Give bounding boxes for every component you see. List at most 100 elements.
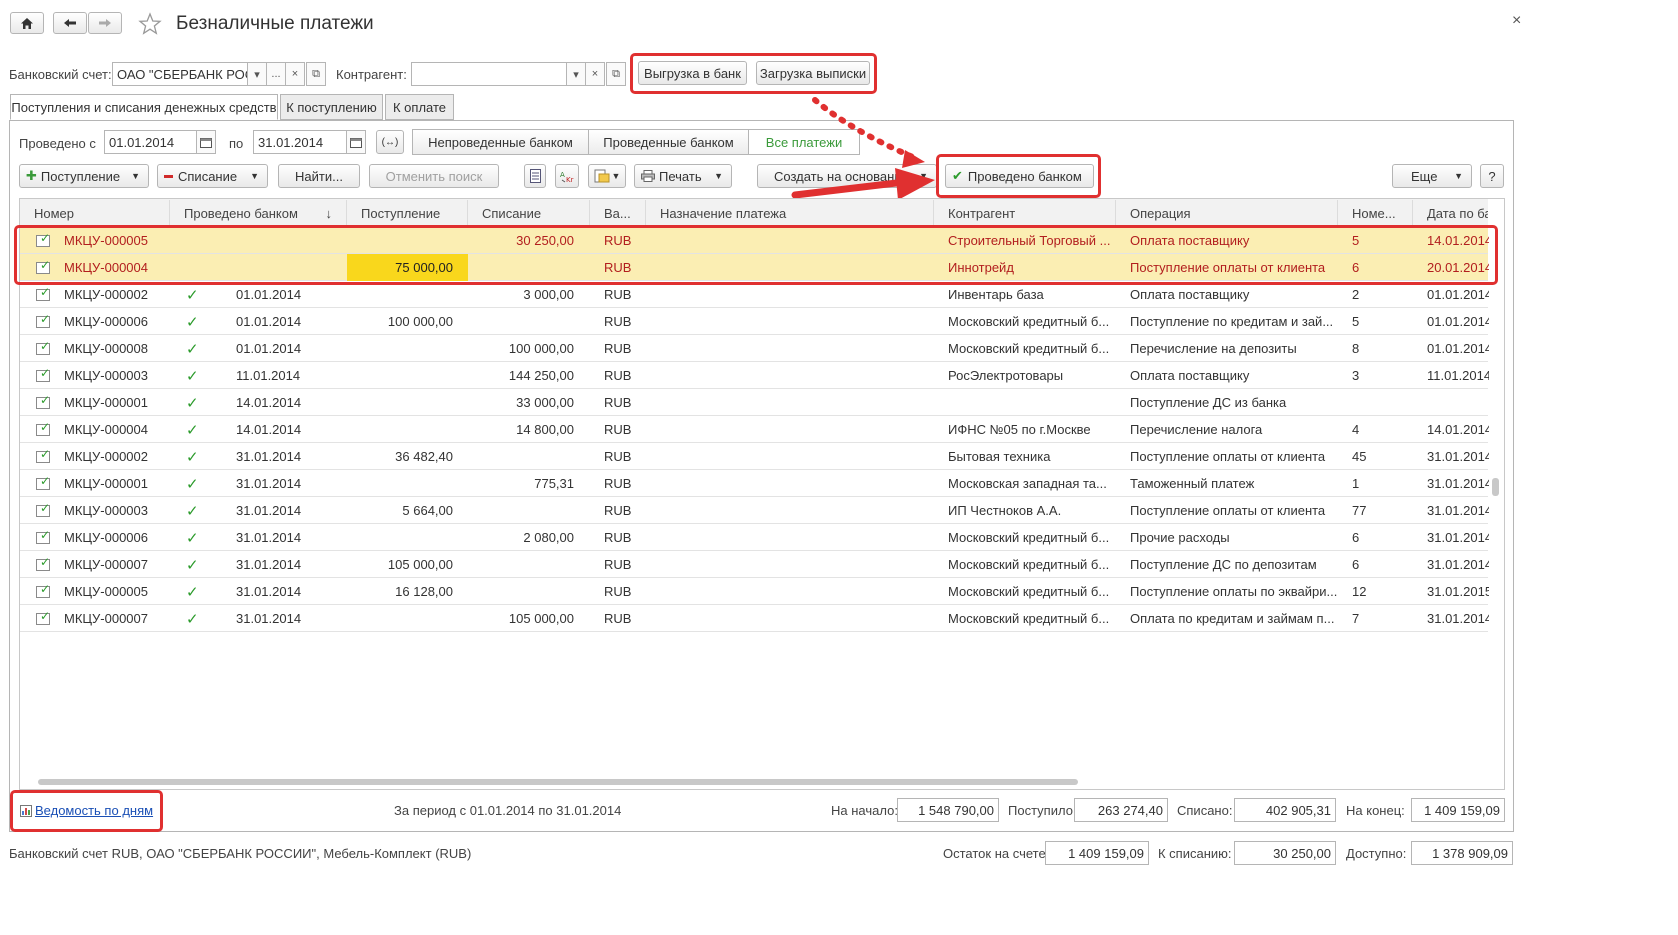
cell-currency: RUB: [604, 611, 632, 626]
col-writeoff[interactable]: Списание: [468, 200, 590, 226]
cell-bank-date: [1427, 389, 1489, 416]
filter-all[interactable]: Все платежи: [748, 129, 860, 155]
col-number[interactable]: Номер: [20, 200, 170, 226]
period-select-button[interactable]: (↔): [376, 130, 404, 154]
counterparty-field[interactable]: [411, 62, 567, 86]
col-purpose[interactable]: Назначение платежа: [646, 200, 934, 226]
cell-incoming-no: 5: [1352, 233, 1360, 248]
bank-account-field[interactable]: ОАО "СБЕРБАНК РОС: [112, 62, 248, 86]
col-posted-by-bank[interactable]: Проведено банком ↓: [170, 200, 347, 226]
document-posted-icon: [36, 582, 50, 598]
bank-account-dropdown-button[interactable]: ▾: [247, 62, 267, 86]
receipt-button[interactable]: ✚ Поступление ▼: [19, 164, 149, 188]
back-button[interactable]: [53, 12, 87, 34]
favorite-button[interactable]: [138, 12, 162, 36]
horizontal-scrollbar[interactable]: [38, 779, 1078, 785]
document-posted-icon: [36, 366, 50, 382]
cell-receipt: 75 000,00: [395, 260, 453, 275]
table-row[interactable]: ✓ МКЦУ-000003 11.01.2014 144 250,00 RUB РосЭл…: [20, 362, 1489, 389]
cell-incoming-no: 6: [1352, 260, 1360, 275]
cancel-search-button[interactable]: Отменить поиск: [369, 164, 499, 188]
table-row[interactable]: ✓ МКЦУ-000008 01.01.2014 100 000,00 RUB Моско…: [20, 335, 1489, 362]
home-button[interactable]: [10, 12, 44, 34]
period-from-calendar-button[interactable]: [196, 130, 216, 154]
currency-rate-button[interactable]: A Kr: [555, 164, 579, 188]
table-row[interactable]: ✓ МКЦУ-000007 31.01.2014 105 000,00 RUB Моско…: [20, 551, 1489, 578]
bank-account-select-button[interactable]: ...: [266, 62, 286, 86]
tab-to-pay[interactable]: К оплате: [385, 94, 454, 120]
calendar-icon: [350, 137, 362, 148]
cell-incoming-no: 8: [1352, 341, 1360, 356]
close-icon[interactable]: ×: [1512, 12, 1521, 30]
help-button[interactable]: ?: [1480, 164, 1504, 188]
col-bank-date[interactable]: Дата по ба: [1413, 200, 1488, 226]
period-summary: За период с 01.01.2014 по 31.01.2014: [394, 803, 622, 818]
end-balance-value: 1 409 159,09: [1411, 798, 1505, 822]
table-row[interactable]: ✓ МКЦУ-000007 31.01.2014 105 000,00 RUB Моско…: [20, 605, 1489, 632]
list-settings-button[interactable]: [524, 164, 546, 188]
plus-icon: ✚: [26, 168, 37, 183]
cell-writeoff: 144 250,00: [508, 368, 574, 383]
cell-bank-date: 31.01.2014: [1427, 557, 1489, 572]
cell-writeoff: 14 800,00: [516, 422, 574, 437]
col-receipt[interactable]: Поступление: [347, 200, 468, 226]
col-operation[interactable]: Операция: [1116, 200, 1338, 226]
tab-payments[interactable]: Поступления и списания денежных средств: [10, 94, 278, 120]
counterparty-open-button[interactable]: ⧉: [606, 62, 626, 86]
col-currency[interactable]: Ва...: [590, 200, 646, 226]
cell-writeoff: [468, 308, 574, 335]
cell-counterparty: Московский кредитный б...: [948, 530, 1110, 545]
more-button[interactable]: Еще ▼: [1392, 164, 1472, 188]
col-counterparty[interactable]: Контрагент: [934, 200, 1116, 226]
cell-counterparty: Строительный Торговый ...: [948, 233, 1111, 248]
cell-bank-date: 31.01.2014: [1427, 503, 1489, 518]
counterparty-clear-button[interactable]: ×: [585, 62, 605, 86]
period-from-field[interactable]: 01.01.2014: [104, 130, 198, 154]
cell-posted-date: 14.01.2014: [236, 422, 302, 437]
import-statement-button[interactable]: Загрузка выписки: [756, 61, 870, 85]
cell-counterparty: РосЭлектротовары: [948, 368, 1064, 383]
filter-posted[interactable]: Проведенные банком: [588, 129, 749, 155]
table-row[interactable]: ✓ МКЦУ-000001 14.01.2014 33 000,00 RUB Поступ…: [20, 389, 1488, 416]
cell-currency: RUB: [604, 314, 632, 329]
cell-number: МКЦУ-000001: [64, 395, 148, 410]
col-incoming-no[interactable]: Номе...: [1338, 200, 1413, 226]
writeoff-button[interactable]: Списание ▼: [157, 164, 268, 188]
attachments-button[interactable]: ▼: [588, 164, 626, 188]
table-row[interactable]: ✓ МКЦУ-000002 01.01.2014 3 000,00 RUB Инвента…: [20, 281, 1489, 308]
cell-receipt: [347, 362, 453, 389]
forward-button[interactable]: [88, 12, 122, 34]
table-row[interactable]: ✓ МКЦУ-000006 01.01.2014 100 000,00 RUB Моско…: [20, 308, 1489, 335]
cell-incoming-no: 12: [1352, 584, 1367, 599]
table-row[interactable]: МКЦУ-000005 30 250,00 RUB Строительный Торг…: [20, 227, 1489, 254]
cell-number: МКЦУ-000005: [64, 584, 148, 599]
table-row[interactable]: МКЦУ-000004 75 000,00 RUB Иннотрейд Поступле…: [20, 254, 1489, 281]
bank-account-open-button[interactable]: ⧉: [306, 62, 326, 86]
cell-number: МКЦУ-000007: [64, 611, 148, 626]
tab-to-receive[interactable]: К поступлению: [280, 94, 383, 120]
table-row[interactable]: ✓ МКЦУ-000006 31.01.2014 2 080,00 RUB Московс…: [20, 524, 1489, 551]
table-row[interactable]: ✓ МКЦУ-000002 31.01.2014 36 482,40 RUB Бытова…: [20, 443, 1489, 470]
posted-by-bank-button[interactable]: ✔ Проведено банком: [945, 164, 1094, 188]
cell-currency: RUB: [604, 557, 632, 572]
cell-number: МКЦУ-000004: [64, 422, 148, 437]
received-label: Поступило:: [1008, 803, 1077, 818]
daily-report-link[interactable]: Ведомость по дням: [20, 803, 153, 818]
cell-writeoff: [468, 443, 574, 470]
cell-operation: Оплата по кредитам и займам п...: [1130, 611, 1335, 626]
period-to-calendar-button[interactable]: [346, 130, 366, 154]
bank-account-clear-button[interactable]: ×: [285, 62, 305, 86]
period-to-field[interactable]: 31.01.2014: [253, 130, 347, 154]
find-button[interactable]: Найти...: [278, 164, 360, 188]
create-based-on-button[interactable]: Создать на основании ▼: [757, 164, 937, 188]
table-row[interactable]: ✓ МКЦУ-000003 31.01.2014 5 664,00 RUB ИП Чест…: [20, 497, 1489, 524]
counterparty-dropdown-button[interactable]: ▾: [566, 62, 586, 86]
filter-unposted[interactable]: Непроведенные банком: [412, 129, 589, 155]
print-button[interactable]: Печать ▼: [634, 164, 732, 188]
table-row[interactable]: ✓ МКЦУ-000005 31.01.2014 16 128,00 RUB Москов…: [20, 578, 1489, 605]
table-row[interactable]: ✓ МКЦУ-000001 31.01.2014 775,31 RUB Московска…: [20, 470, 1489, 497]
vertical-scrollbar[interactable]: [1492, 478, 1499, 496]
cell-counterparty: ИП Честноков А.А.: [948, 503, 1062, 518]
export-to-bank-button[interactable]: Выгрузка в банк: [638, 61, 747, 85]
table-row[interactable]: ✓ МКЦУ-000004 14.01.2014 14 800,00 RUB ИФНС №…: [20, 416, 1489, 443]
